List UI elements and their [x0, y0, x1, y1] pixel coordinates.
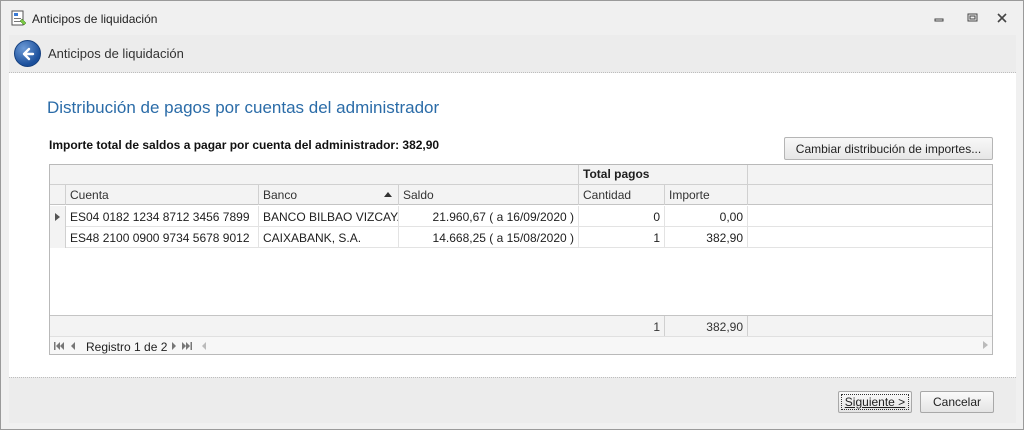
- maximize-icon[interactable]: [962, 10, 982, 26]
- current-row-icon: [55, 213, 60, 221]
- change-distribution-button[interactable]: Cambiar distribución de importes...: [784, 137, 993, 160]
- footer-cantidad: 1: [579, 316, 665, 336]
- table-row[interactable]: ES04 0182 1234 8712 3456 7899 BANCO BILB…: [50, 206, 992, 227]
- table-row[interactable]: ES48 2100 0900 9734 5678 9012 CAIXABANK,…: [50, 227, 992, 248]
- band-total-pagos: Total pagos: [579, 165, 748, 185]
- grid-navigator: Registro 1 de 2: [50, 336, 992, 354]
- next-button[interactable]: Siguiente >: [838, 391, 912, 413]
- cell-cantidad[interactable]: 0: [579, 206, 665, 227]
- first-record-icon[interactable]: [53, 340, 65, 352]
- total-amount-label: Importe total de saldos a pagar por cuen…: [49, 138, 440, 152]
- grid-band-header: Total pagos: [50, 165, 992, 185]
- indicator-header: [50, 185, 66, 205]
- page-header: Anticipos de liquidación: [9, 35, 1016, 73]
- column-header-saldo[interactable]: Saldo: [399, 185, 579, 205]
- back-arrow-icon[interactable]: [14, 40, 41, 67]
- scroll-right-icon[interactable]: [983, 341, 988, 349]
- cell-banco[interactable]: CAIXABANK, S.A.: [259, 227, 399, 248]
- window-title: Anticipos de liquidación: [32, 12, 158, 26]
- section-title: Distribución de pagos por cuentas del ad…: [47, 98, 440, 117]
- scroll-left-icon[interactable]: [198, 340, 210, 352]
- title-bar: Anticipos de liquidación: [1, 1, 1023, 35]
- next-button-label: Siguiente >: [844, 395, 906, 409]
- cell-saldo[interactable]: 21.960,67 ( a 16/09/2020 ): [399, 206, 579, 227]
- content-panel: Distribución de pagos por cuentas del ad…: [9, 73, 1016, 377]
- sort-ascending-icon: [384, 192, 392, 197]
- previous-record-icon[interactable]: [67, 340, 79, 352]
- record-counter: Registro 1 de 2: [86, 340, 168, 354]
- main-window: Anticipos de liquidación Anticipos de li…: [0, 0, 1024, 430]
- header-title: Anticipos de liquidación: [48, 46, 184, 61]
- cell-cuenta[interactable]: ES04 0182 1234 8712 3456 7899: [66, 206, 259, 227]
- column-header-cuenta[interactable]: Cuenta: [66, 185, 259, 205]
- app-document-icon: [11, 10, 27, 26]
- footer-importe: 382,90: [665, 316, 748, 336]
- next-record-icon[interactable]: [168, 340, 180, 352]
- row-indicator: [50, 227, 66, 248]
- column-header-banco[interactable]: Banco: [259, 185, 399, 205]
- cell-cantidad[interactable]: 1: [579, 227, 665, 248]
- column-header-importe[interactable]: Importe: [665, 185, 748, 205]
- accounts-grid: Total pagos Cuenta Banco Saldo Cantidad …: [49, 164, 993, 355]
- dialog-footer: Siguiente > Cancelar: [9, 377, 1016, 423]
- cell-saldo[interactable]: 14.668,25 ( a 15/08/2020 ): [399, 227, 579, 248]
- column-header-cantidad[interactable]: Cantidad: [579, 185, 665, 205]
- grid-summary-footer: 1 382,90: [50, 315, 992, 336]
- minimize-icon[interactable]: [929, 10, 949, 26]
- cell-importe[interactable]: 0,00: [665, 206, 748, 227]
- cell-banco[interactable]: BANCO BILBAO VIZCAYA...: [259, 206, 399, 227]
- last-record-icon[interactable]: [181, 340, 193, 352]
- cell-importe[interactable]: 382,90: [665, 227, 748, 248]
- row-indicator: [50, 206, 66, 227]
- grid-column-headers: Cuenta Banco Saldo Cantidad Importe: [50, 185, 992, 205]
- column-header-banco-label: Banco: [263, 188, 298, 202]
- cancel-button[interactable]: Cancelar: [920, 391, 994, 413]
- close-icon[interactable]: [992, 10, 1012, 26]
- cell-cuenta[interactable]: ES48 2100 0900 9734 5678 9012: [66, 227, 259, 248]
- band-empty: [50, 165, 579, 185]
